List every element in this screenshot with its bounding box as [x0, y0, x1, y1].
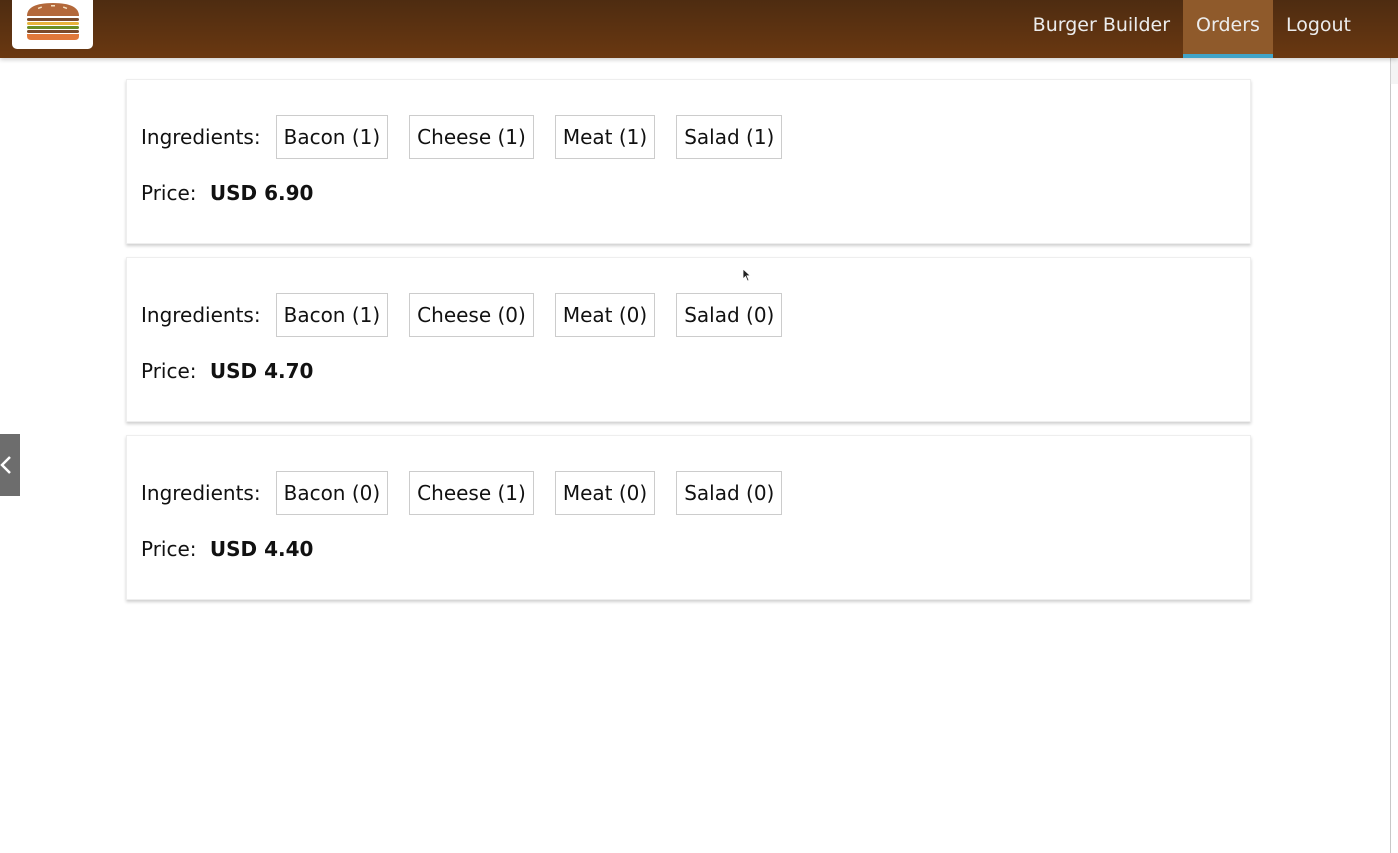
nav-orders[interactable]: Orders: [1183, 0, 1273, 58]
ingredient-chip: Salad (0): [676, 471, 783, 515]
scrollbar-track[interactable]: [1390, 58, 1391, 853]
ingredients-row: Ingredients: Bacon (0) Cheese (1) Meat (…: [141, 471, 803, 515]
toolbar: Burger Builder Orders Logout: [0, 0, 1398, 58]
nav-burger-builder-label: Burger Builder: [1032, 14, 1171, 36]
nav-logout[interactable]: Logout: [1273, 0, 1364, 58]
order-price: Price: USD 4.40: [141, 537, 313, 561]
ingredients-row: Ingredients: Bacon (1) Cheese (1) Meat (…: [141, 115, 803, 159]
ingredients-label: Ingredients:: [141, 481, 261, 505]
price-label: Price:: [141, 181, 197, 205]
price-value: USD 4.70: [202, 359, 314, 383]
ingredient-chip: Bacon (1): [275, 115, 389, 159]
mouse-cursor-icon: [742, 268, 752, 282]
ingredient-chip: Salad (1): [676, 115, 783, 159]
ingredients-label: Ingredients:: [141, 303, 261, 327]
main-nav: Burger Builder Orders Logout: [1020, 0, 1364, 58]
nav-orders-label: Orders: [1196, 14, 1260, 36]
price-label: Price:: [141, 537, 197, 561]
ingredient-chip: Bacon (1): [275, 293, 389, 337]
nav-logout-label: Logout: [1285, 14, 1351, 36]
ingredients-row: Ingredients: Bacon (1) Cheese (0) Meat (…: [141, 293, 803, 337]
price-value: USD 6.90: [202, 181, 314, 205]
order-price: Price: USD 4.70: [141, 359, 313, 383]
ingredient-chip: Cheese (1): [409, 115, 534, 159]
order-card: Ingredients: Bacon (1) Cheese (0) Meat (…: [126, 257, 1251, 422]
ingredient-chip: Salad (0): [676, 293, 783, 337]
ingredient-chip: Meat (0): [554, 293, 656, 337]
ingredients-label: Ingredients:: [141, 125, 261, 149]
order-card: Ingredients: Bacon (1) Cheese (1) Meat (…: [126, 79, 1251, 244]
ingredient-chip: Meat (1): [554, 115, 656, 159]
ingredient-chip: Bacon (0): [275, 471, 389, 515]
chevron-left-icon: [0, 456, 11, 474]
price-label: Price:: [141, 359, 197, 383]
ingredient-chip: Meat (0): [554, 471, 656, 515]
ingredient-chip: Cheese (1): [409, 471, 534, 515]
order-price: Price: USD 6.90: [141, 181, 313, 205]
side-panel-toggle[interactable]: [0, 434, 20, 496]
order-card: Ingredients: Bacon (0) Cheese (1) Meat (…: [126, 435, 1251, 600]
ingredient-chip: Cheese (0): [409, 293, 534, 337]
nav-burger-builder[interactable]: Burger Builder: [1020, 0, 1183, 58]
scrollbar-thumb[interactable]: [1390, 58, 1398, 84]
burger-logo-icon[interactable]: [12, 0, 93, 49]
price-value: USD 4.40: [202, 537, 314, 561]
